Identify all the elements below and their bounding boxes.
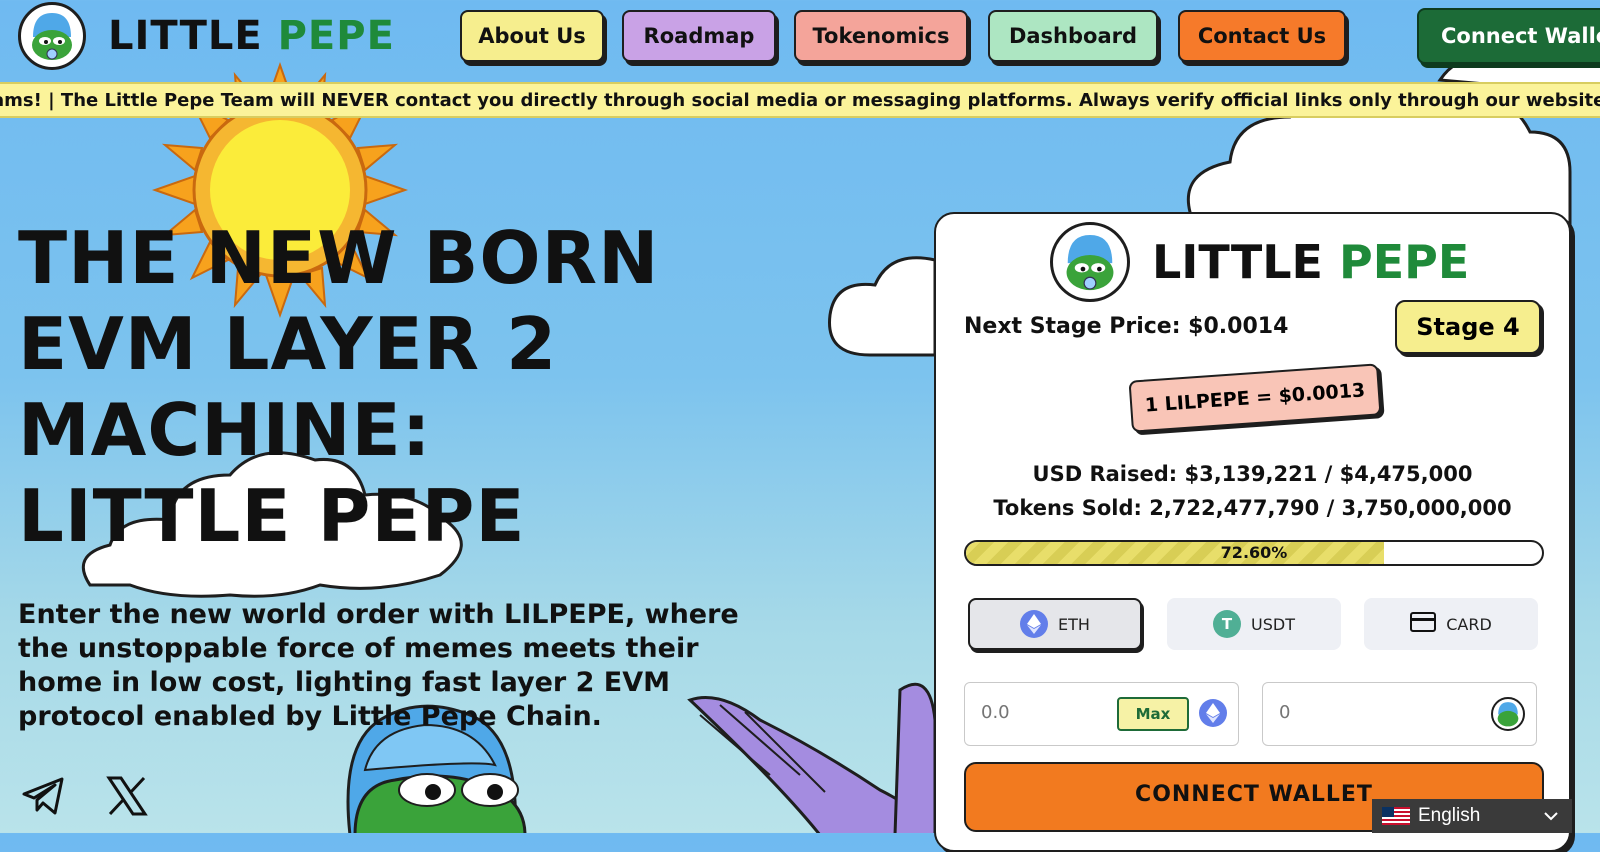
pay-usdt-button[interactable]: T USDT (1167, 598, 1341, 650)
usd-raised: USD Raised: $3,139,221 / $4,475,000 (1032, 462, 1473, 486)
pay-amount-input[interactable] (979, 701, 1123, 724)
tokens-sold: Tokens Sold: 2,722,477,790 / 3,750,000,0… (993, 496, 1512, 520)
social-links (22, 776, 148, 820)
stage-badge-label: Stage 4 (1416, 313, 1520, 341)
telegram-icon[interactable] (22, 776, 66, 820)
presale-card: LITTLE PEPE Next Stage Price: $0.0014 St… (934, 212, 1571, 852)
ticker-text: ams! | The Little Pepe Team will NEVER c… (0, 90, 1600, 111)
pay-eth-label: ETH (1058, 614, 1090, 634)
nav-about-button[interactable]: About Us (460, 10, 604, 62)
scam-warning-ticker: ams! | The Little Pepe Team will NEVER c… (0, 82, 1600, 118)
header-connect-wallet-button[interactable]: Connect Wallet (1417, 8, 1600, 64)
card-logo-word-pepe: PEPE (1339, 235, 1470, 289)
hero-subtitle: Enter the new world order with LILPEPE, … (18, 599, 739, 732)
chevron-down-icon (1544, 805, 1558, 827)
nav-contact-button[interactable]: Contact Us (1178, 10, 1346, 62)
nav-roadmap-label: Roadmap (643, 24, 755, 48)
receive-amount-input[interactable] (1277, 701, 1421, 724)
nav-about-label: About Us (478, 24, 586, 48)
nav-tokenomics-button[interactable]: Tokenomics (794, 10, 968, 62)
nav-dashboard-label: Dashboard (1008, 24, 1138, 48)
token-rate-badge: 1 LILPEPE = $0.0013 (1128, 363, 1382, 433)
site-logo[interactable]: LITTLE PEPE (18, 2, 395, 70)
pay-card-label: CARD (1446, 614, 1492, 634)
logo-word-pepe: PEPE (277, 13, 395, 59)
lilpepe-token-icon (1491, 697, 1525, 731)
ethereum-icon (1020, 610, 1049, 638)
ethereum-icon (1199, 699, 1227, 727)
pay-amount-field: Max (964, 682, 1239, 746)
logo-wordmark: LITTLE PEPE (108, 13, 395, 59)
stage-badge: Stage 4 (1395, 300, 1541, 354)
credit-card-icon (1410, 612, 1437, 636)
presale-progress-bar: 72.60% (964, 540, 1544, 566)
hero-title: THE NEW BORN EVM LAYER 2 MACHINE: LITTLE… (18, 216, 660, 558)
nav-dashboard-button[interactable]: Dashboard (988, 10, 1158, 62)
max-button[interactable]: Max (1117, 697, 1189, 731)
pepe-logo-icon (1050, 222, 1130, 302)
pepe-logo-icon (18, 2, 86, 70)
pay-eth-button[interactable]: ETH (968, 598, 1142, 650)
max-label: Max (1135, 705, 1171, 723)
connect-wallet-label: CONNECT WALLET (1135, 782, 1373, 807)
nav-tokenomics-label: Tokenomics (812, 24, 950, 48)
card-logo: LITTLE PEPE (1050, 222, 1469, 302)
receive-amount-field (1262, 682, 1537, 746)
logo-word-little: LITTLE (108, 13, 263, 59)
card-logo-word-little: LITTLE (1152, 235, 1323, 289)
language-selector[interactable]: English (1372, 799, 1572, 833)
language-label: English (1418, 805, 1481, 826)
header-connect-wallet-label: Connect Wallet (1441, 24, 1600, 48)
progress-label: 72.60% (1220, 543, 1288, 562)
tether-icon: T (1213, 610, 1242, 638)
next-stage-price: Next Stage Price: $0.0014 (964, 314, 1289, 339)
pay-usdt-label: USDT (1251, 614, 1295, 634)
us-flag-icon (1382, 807, 1410, 825)
pay-card-button[interactable]: CARD (1364, 598, 1538, 650)
x-icon[interactable] (106, 776, 148, 820)
nav-contact-label: Contact Us (1197, 24, 1327, 48)
nav-roadmap-button[interactable]: Roadmap (622, 10, 776, 62)
token-rate-label: 1 LILPEPE = $0.0013 (1144, 379, 1366, 417)
card-logo-wordmark: LITTLE PEPE (1152, 235, 1469, 289)
